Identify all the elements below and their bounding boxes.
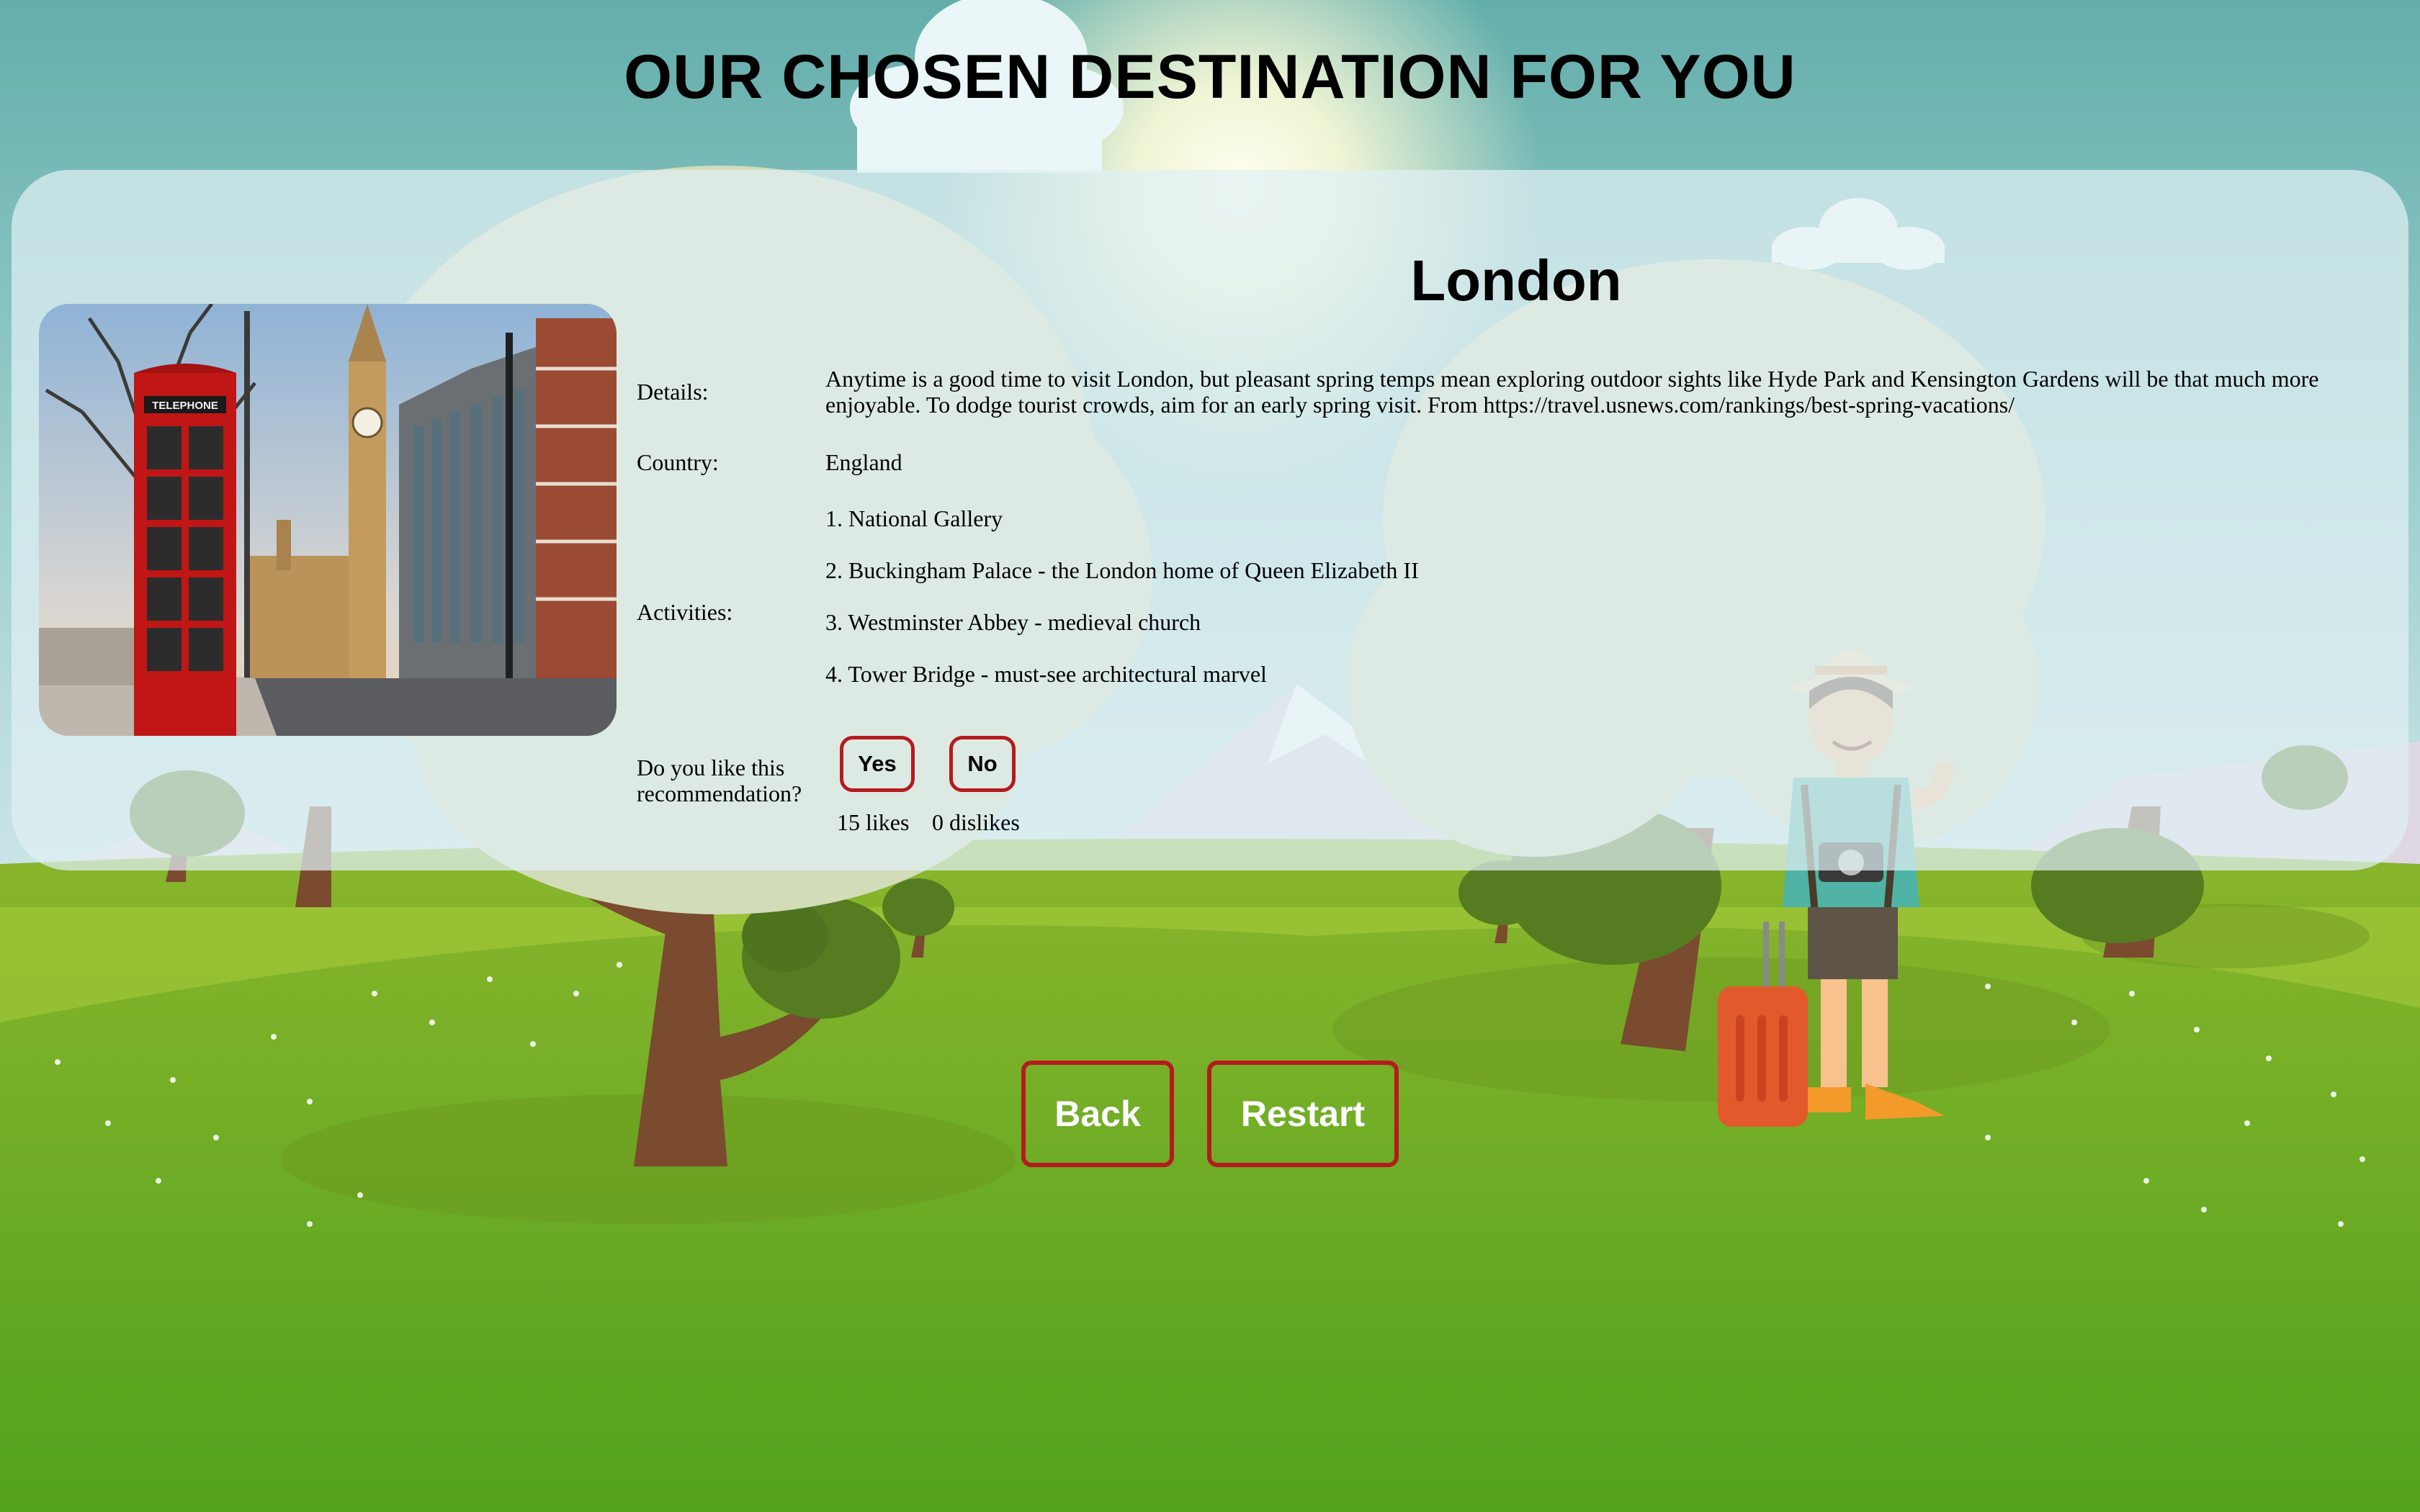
- page-title: OUR CHOSEN DESTINATION FOR YOU: [624, 42, 1796, 112]
- activity-item: 1. National Gallery: [825, 505, 1003, 531]
- svg-text:TELEPHONE: TELEPHONE: [152, 400, 218, 412]
- destination-card: TELEPHONE London Details: Anytime is a g…: [12, 170, 2408, 870]
- dislike-button[interactable]: No: [949, 736, 1016, 792]
- activity-item: 3. Westminster Abbey - medieval church: [825, 609, 1201, 635]
- likes-count: 15 likes: [837, 809, 910, 835]
- activity-item: 4. Tower Bridge - must-see architectural…: [825, 661, 1267, 687]
- dislikes-count: 0 dislikes: [932, 809, 1020, 835]
- activity-item: 2. Buckingham Palace - the London home o…: [825, 557, 1419, 583]
- activities-list: 1. National Gallery 2. Buckingham Palace…: [825, 505, 1419, 713]
- london-street-image: TELEPHONE: [39, 304, 617, 736]
- like-button[interactable]: Yes: [840, 736, 915, 792]
- destination-photo: TELEPHONE: [39, 304, 617, 736]
- country-label: Country:: [637, 449, 719, 475]
- back-button[interactable]: Back: [1021, 1061, 1174, 1167]
- activities-label: Activities:: [637, 599, 733, 625]
- country-value: England: [825, 449, 902, 475]
- details-label: Details:: [637, 379, 709, 405]
- restart-button[interactable]: Restart: [1207, 1061, 1399, 1167]
- destination-name: London: [1410, 248, 1622, 312]
- phone-box: TELEPHONE: [134, 364, 236, 736]
- details-text: Anytime is a good time to visit London, …: [825, 366, 2319, 418]
- feedback-question: Do you like this recommendation?: [637, 755, 802, 806]
